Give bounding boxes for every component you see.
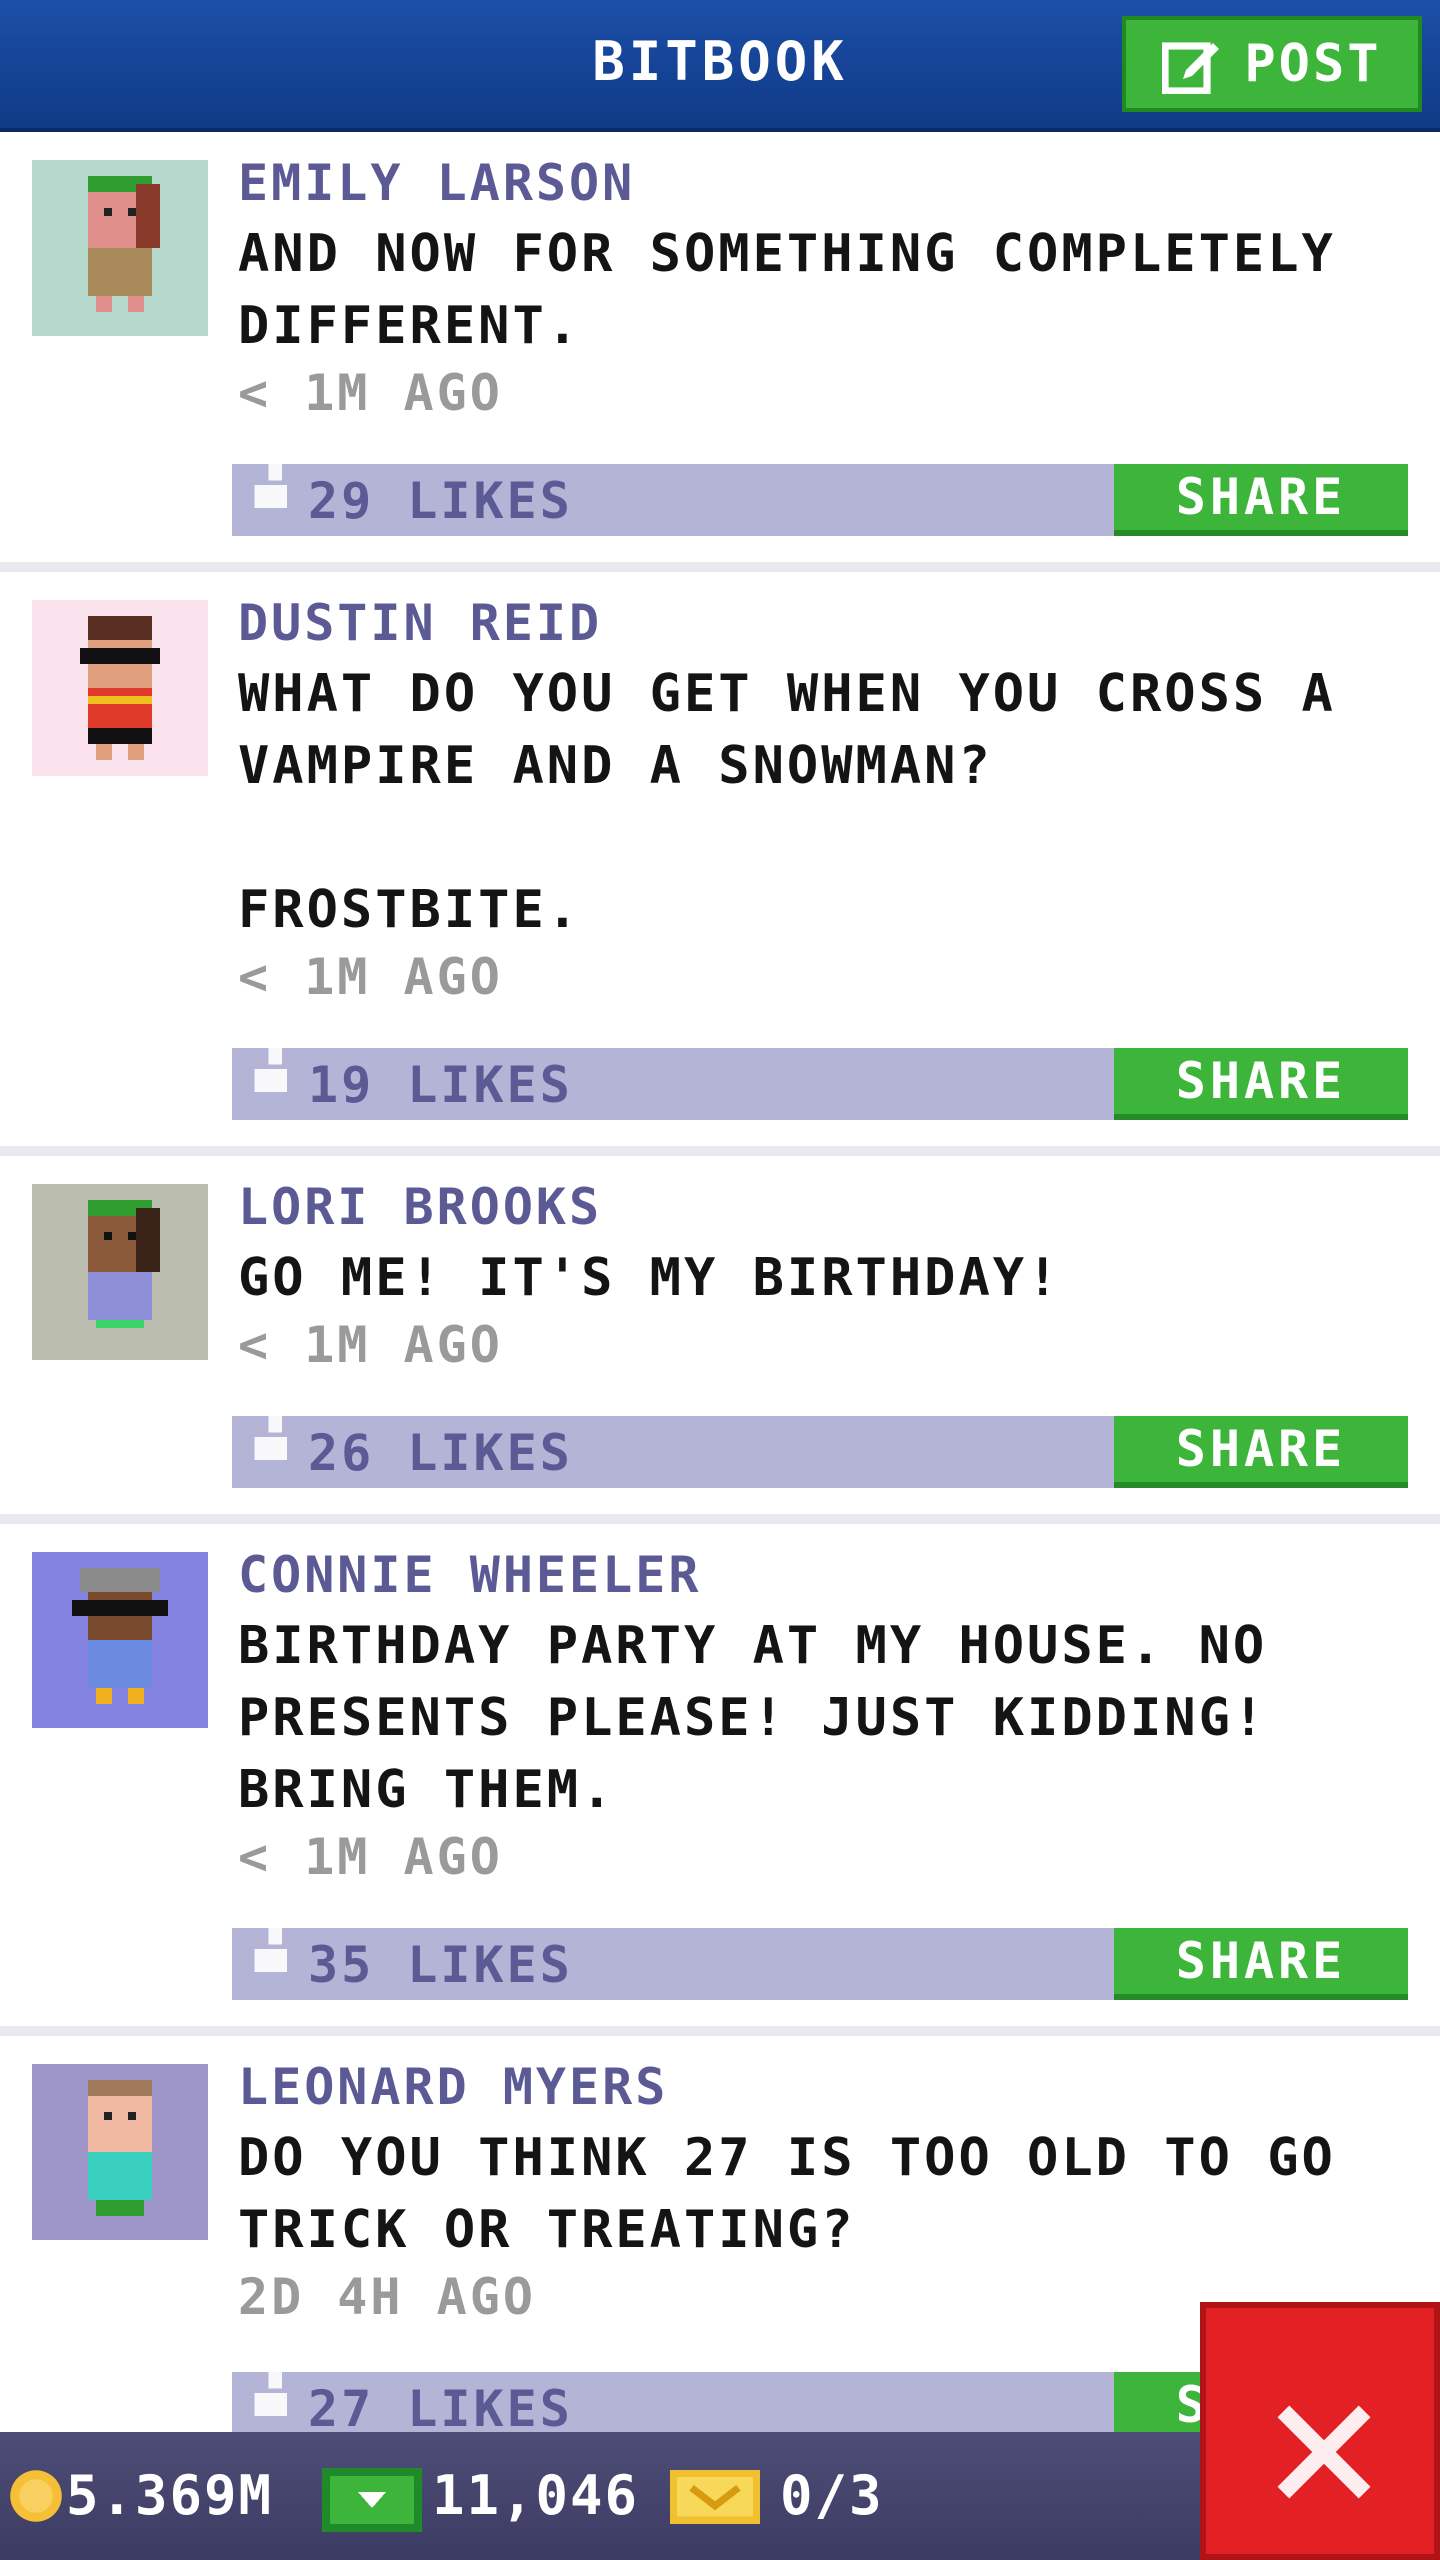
likes-bar: 19 LIKES SHARE [232,1036,1408,1120]
post-time: < 1M AGO [238,1316,503,1374]
avatar[interactable] [32,1552,208,1728]
post-time: < 1M AGO [238,1828,503,1886]
thumbs-up-icon [254,1404,287,1460]
avatar[interactable] [32,1184,208,1360]
thumbs-up-icon [254,1916,287,1972]
post-author[interactable]: LEONARD MYERS [238,2058,668,2116]
likes-count: 19 LIKES [308,1056,573,1114]
post-text: AND NOW FOR SOMETHING COMPLETELY DIFFERE… [238,224,1336,356]
thumbs-up-icon [254,452,287,508]
avatar-figure [72,1568,168,1704]
avatar-figure [88,2080,152,2216]
thumbs-up-icon [254,2360,287,2416]
close-button[interactable] [1200,2302,1440,2560]
coin-icon [10,2470,62,2522]
post-author[interactable]: LORI BROOKS [238,1178,602,1236]
feed-list[interactable]: EMILY LARSON AND NOW FOR SOMETHING COMPL… [0,132,1440,2432]
post-text: BIRTHDAY PARTY AT MY HOUSE. NO PRESENTS … [238,1616,1268,1820]
avatar-figure [88,176,160,312]
feed-post: EMILY LARSON AND NOW FOR SOMETHING COMPL… [0,132,1440,572]
likes-count: 26 LIKES [308,1424,573,1482]
post-author[interactable]: CONNIE WHEELER [238,1546,701,1604]
ticket-icon [670,2469,760,2524]
avatar[interactable] [32,2064,208,2240]
post-button-label: POST [1244,34,1382,94]
avatar-figure [80,616,160,760]
share-button[interactable]: SHARE [1114,1048,1408,1120]
app-header: BITBOOK POST [0,0,1440,132]
likes-count: 35 LIKES [308,1936,573,1994]
avatar[interactable] [32,600,208,776]
share-button[interactable]: SHARE [1114,464,1408,536]
compose-icon [1162,42,1220,94]
bux-icon [322,2468,422,2532]
close-icon [1277,2405,1371,2499]
post-text: DO YOU THINK 27 IS TOO OLD TO GO TRICK O… [238,2128,1336,2260]
post-time: 2D 4H AGO [238,2268,536,2326]
feed-post: LORI BROOKS GO ME! IT'S MY BIRTHDAY! < 1… [0,1156,1440,1524]
bux-count: 11,046 [432,2464,640,2527]
avatar[interactable] [32,160,208,336]
post-time: < 1M AGO [238,948,503,1006]
tickets-count: 0/3 [780,2464,884,2527]
share-button[interactable]: SHARE [1114,1416,1408,1488]
post-text: WHAT DO YOU GET WHEN YOU CROSS A VAMPIRE… [238,664,1336,940]
feed-post: DUSTIN REID WHAT DO YOU GET WHEN YOU CRO… [0,572,1440,1156]
post-author[interactable]: DUSTIN REID [238,594,602,652]
coins-count: 5.369M [66,2464,274,2527]
avatar-figure [88,1200,160,1328]
likes-count: 27 LIKES [308,2380,573,2432]
likes-count: 29 LIKES [308,472,573,530]
post-author[interactable]: EMILY LARSON [238,154,635,212]
post-button[interactable]: POST [1122,16,1422,112]
likes-bar: 29 LIKES SHARE [232,452,1408,536]
thumbs-up-icon [254,1036,287,1092]
share-button[interactable]: SHARE [1114,1928,1408,2000]
post-time: < 1M AGO [238,364,503,422]
post-text: GO ME! IT'S MY BIRTHDAY! [238,1248,1062,1308]
likes-bar: 35 LIKES SHARE [232,1916,1408,2000]
likes-bar: 26 LIKES SHARE [232,1404,1408,1488]
feed-post: CONNIE WHEELER BIRTHDAY PARTY AT MY HOUS… [0,1524,1440,2036]
